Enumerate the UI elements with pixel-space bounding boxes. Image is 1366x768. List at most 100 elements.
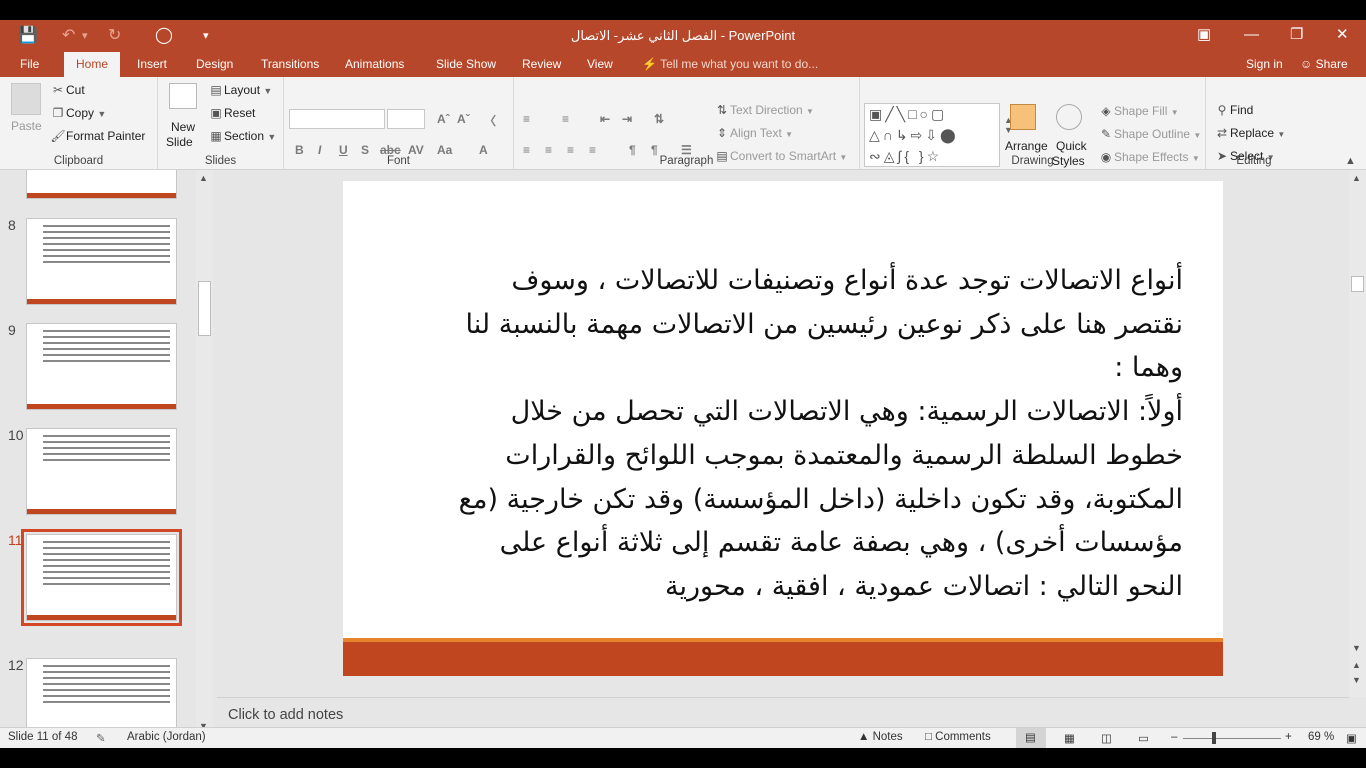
copy-icon: ❐ [52, 106, 64, 120]
slide-thumbnail-selected[interactable] [21, 529, 182, 626]
slide-counter: Slide 11 of 48 [8, 731, 78, 743]
tab-transitions[interactable]: Transitions [261, 52, 319, 77]
layout-dropdown-icon[interactable]: ▼ [263, 86, 272, 96]
restore-icon[interactable]: ❐ [1290, 25, 1303, 45]
decrease-font-icon[interactable]: Aˇ [457, 112, 470, 126]
slide-thumbnail[interactable] [26, 323, 177, 410]
tell-me-box[interactable]: ⚡ Tell me what you want to do... [642, 52, 818, 77]
window-title: الفصل الثاني عشر- الاتصال - PowerPoint [570, 28, 796, 43]
format-painter-button[interactable]: Format Painter [66, 129, 145, 143]
line-spacing-icon[interactable]: ⇅ [654, 112, 664, 126]
numbering-icon[interactable]: ≡ [562, 112, 569, 126]
tab-home[interactable]: Home [64, 52, 120, 77]
close-icon[interactable]: ✕ [1336, 25, 1349, 45]
font-group: Aˆ Aˇ 〈 B I U S abc AV Aa A Font [284, 77, 514, 169]
replace-button[interactable]: Replace [1230, 126, 1274, 140]
new-slide-icon[interactable] [169, 83, 197, 109]
zoom-slider[interactable] [1183, 738, 1281, 739]
slide-number: 12 [8, 657, 24, 673]
shape-outline-button[interactable]: Shape Outline [1114, 127, 1190, 141]
text-line: أولاً: الاتصالات الرسمية: وهي الاتصالات … [510, 396, 1183, 428]
ribbon-display-icon[interactable]: ▣ [1197, 25, 1211, 45]
increase-font-icon[interactable]: Aˆ [437, 112, 450, 126]
scroll-up-icon[interactable]: ▲ [199, 173, 208, 183]
paint-bucket-icon: ◈ [1101, 104, 1111, 118]
font-size-box[interactable] [387, 109, 425, 129]
zoom-slider-thumb[interactable] [1212, 732, 1216, 744]
quick-styles-label[interactable]: Quick [1056, 139, 1087, 153]
copy-dropdown-icon[interactable]: ▼ [97, 109, 106, 119]
normal-view-button[interactable]: ▤ [1016, 728, 1046, 748]
slide-footer-band [343, 642, 1223, 676]
tab-view[interactable]: View [587, 52, 613, 77]
bullets-icon[interactable]: ≡ [523, 112, 530, 126]
replace-icon: ⇄ [1216, 126, 1228, 140]
paste-icon[interactable] [11, 83, 41, 115]
scroll-down-icon[interactable]: ▼ [1352, 643, 1361, 653]
text-line: وهما : [1114, 352, 1183, 384]
zoom-out-icon[interactable]: – [1171, 731, 1177, 743]
slide-thumbnail[interactable] [26, 658, 177, 734]
paragraph-group: ≡ ≡ ⇤ ⇥ ⇅ ≡ ≡ ≡ ≡ ¶ ¶ ☰ ⇅ Text Direction … [514, 77, 860, 169]
tab-design[interactable]: Design [196, 52, 233, 77]
reading-view-icon[interactable]: ◫ [1101, 731, 1112, 745]
scroll-thumb[interactable] [1351, 276, 1364, 292]
align-text-button[interactable]: Align Text [730, 126, 782, 140]
fit-slide-icon[interactable]: ▣ [1346, 731, 1357, 745]
sign-in-link[interactable]: Sign in [1246, 52, 1283, 77]
thumbnail-scrollbar[interactable]: ▲ ▼ [196, 170, 213, 734]
next-slide-icon[interactable]: ▼ [1352, 675, 1361, 685]
tab-slide-show[interactable]: Slide Show [436, 52, 496, 77]
slide-body-text[interactable]: أنواع الاتصالات توجد عدة أنواع وتصنيفات … [398, 259, 1183, 609]
scroll-thumb[interactable] [198, 281, 211, 336]
editing-group-label: Editing [1236, 155, 1272, 167]
zoom-in-icon[interactable]: + [1285, 731, 1292, 743]
text-line: خطوط السلطة الرسمية والمعتمدة بموجب اللو… [505, 439, 1183, 471]
section-dropdown-icon[interactable]: ▼ [267, 132, 276, 142]
find-button[interactable]: Find [1230, 103, 1253, 117]
layout-button[interactable]: Layout [224, 83, 260, 97]
previous-slide-icon[interactable]: ▲ [1352, 660, 1361, 670]
text-line: النحو التالي : اتصالات عمودية ، افقية ، … [665, 570, 1183, 602]
spell-check-icon[interactable]: ✎ [96, 731, 106, 745]
section-button[interactable]: Section [224, 129, 264, 143]
tab-insert[interactable]: Insert [137, 52, 167, 77]
collapse-ribbon-icon[interactable]: ▲ [1345, 155, 1356, 167]
new-slide-label[interactable]: New [171, 120, 195, 134]
decrease-indent-icon[interactable]: ⇤ [600, 112, 610, 126]
notes-toggle[interactable]: Notes [873, 731, 903, 743]
minimize-icon[interactable]: — [1244, 25, 1259, 45]
tab-file[interactable]: File [20, 52, 39, 77]
slide-thumbnail-7[interactable] [26, 170, 177, 199]
shape-fill-button[interactable]: Shape Fill [1114, 104, 1167, 118]
cut-button[interactable]: Cut [66, 83, 85, 97]
share-button[interactable]: ☺ Share [1300, 52, 1348, 77]
ribbon-tabs: File Home Insert Design Transitions Anim… [0, 52, 1366, 77]
arrange-icon[interactable] [1010, 104, 1036, 130]
language-indicator[interactable]: Arabic (Jordan) [127, 731, 206, 743]
text-direction-button[interactable]: Text Direction [730, 103, 803, 117]
font-name-box[interactable] [289, 109, 385, 129]
copy-button[interactable]: Copy [66, 106, 94, 120]
clear-format-icon[interactable]: 〈 [484, 112, 496, 129]
zoom-level[interactable]: 69 % [1308, 731, 1334, 743]
comments-toggle[interactable]: Comments [935, 731, 991, 743]
slide-scrollbar[interactable]: ▲ ▼ ▲ ▼ [1349, 170, 1366, 697]
slide-number: 10 [8, 427, 24, 443]
slide-thumbnail[interactable] [26, 428, 177, 515]
tab-animations[interactable]: Animations [345, 52, 404, 77]
arrange-button[interactable]: Arrange [1005, 139, 1048, 153]
scroll-up-icon[interactable]: ▲ [1352, 173, 1361, 183]
reset-button[interactable]: Reset [224, 106, 255, 120]
slide-thumbnail[interactable] [26, 218, 177, 305]
new-slide-label-2[interactable]: Slide [166, 135, 193, 149]
quick-styles-icon[interactable] [1056, 104, 1082, 130]
increase-indent-icon[interactable]: ⇥ [622, 112, 632, 126]
powerpoint-window: 💾 ↶ ▾ ↻ ◯ ▾ الفصل الثاني عشر- الاتصال - … [0, 20, 1366, 748]
text-line: أنواع الاتصالات توجد عدة أنواع وتصنيفات … [511, 265, 1183, 296]
slide-show-icon[interactable]: ▭ [1138, 731, 1149, 745]
current-slide[interactable]: أنواع الاتصالات توجد عدة أنواع وتصنيفات … [343, 181, 1223, 676]
paste-button[interactable]: Paste [11, 119, 42, 133]
slide-sorter-icon[interactable]: ▦ [1064, 731, 1075, 745]
tab-review[interactable]: Review [522, 52, 561, 77]
